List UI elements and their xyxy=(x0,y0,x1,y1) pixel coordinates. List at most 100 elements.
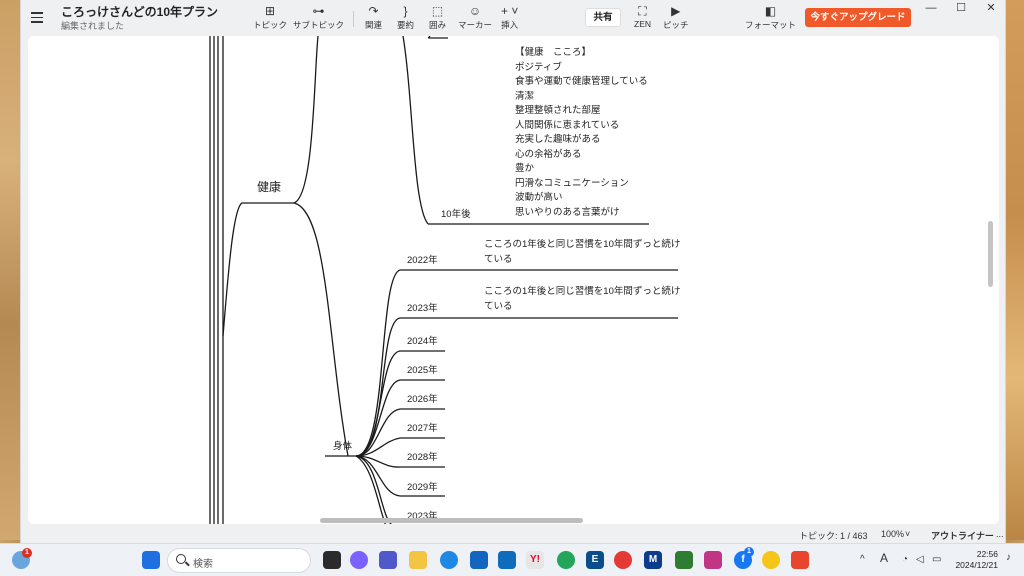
start-icon[interactable] xyxy=(142,551,160,569)
topic-icon: ⊞ xyxy=(264,4,276,18)
topic-button[interactable]: ⊞ トピック xyxy=(253,4,287,31)
search-placeholder: 検索 xyxy=(193,559,213,570)
tray-chevron-icon[interactable]: ^ xyxy=(860,554,865,565)
node-year[interactable]: 2028年 xyxy=(407,449,438,463)
pitch-icon: ▶ xyxy=(671,4,681,18)
clock-time: 22:56 xyxy=(976,549,998,559)
upgrade-button[interactable]: 今すぐアップグレード xyxy=(805,8,911,27)
app-red-icon[interactable] xyxy=(614,551,632,569)
store-icon[interactable] xyxy=(498,551,516,569)
node-year[interactable]: 2025年 xyxy=(407,362,438,376)
browser-icon[interactable] xyxy=(440,551,458,569)
insert-icon: + ˅ xyxy=(501,4,519,18)
toolbar: ころっけさんどの10年プラン 編集されました ⊞ トピック ⊶ サブトピック ↷ 関連… xyxy=(21,0,1007,36)
node-year-text[interactable]: こころの1年後と同じ習慣を10年間ずっと続けている xyxy=(484,284,684,314)
node-year[interactable]: 2024年 xyxy=(407,333,438,347)
pitch-button[interactable]: ▶ ピッチ xyxy=(663,4,689,31)
horizontal-scrollbar[interactable] xyxy=(320,518,583,523)
vertical-scrollbar[interactable] xyxy=(988,221,993,287)
node-year[interactable]: 2027年 xyxy=(407,420,438,434)
file-explorer-icon[interactable] xyxy=(409,551,427,569)
subtopic-icon: ⊶ xyxy=(312,4,325,18)
task-view-icon[interactable] xyxy=(323,551,341,569)
toolbar-divider xyxy=(353,11,354,27)
mindmap-connectors xyxy=(209,36,678,524)
summary-icon: } xyxy=(403,4,408,18)
node-year[interactable]: 2026年 xyxy=(407,391,438,405)
desktop-background-left xyxy=(0,0,20,540)
subtopic-button[interactable]: ⊶ サブトピック xyxy=(293,4,344,31)
node-year[interactable]: 2023年 xyxy=(407,300,438,314)
xmind-icon[interactable] xyxy=(791,551,809,569)
node-year[interactable]: 2022年 xyxy=(407,252,438,266)
instagram-icon[interactable] xyxy=(704,551,722,569)
mail-icon[interactable] xyxy=(470,551,488,569)
note-line: 充実した趣味がある xyxy=(515,134,601,145)
boundary-button[interactable]: ⬚ 囲み xyxy=(429,4,446,31)
relationship-button[interactable]: ↷ 関連 xyxy=(365,4,382,31)
node-year-text[interactable]: こころの1年後と同じ習慣を10年間ずっと続けている xyxy=(484,237,684,267)
norton-icon[interactable] xyxy=(762,551,780,569)
marker-icon: ☺ xyxy=(468,4,482,18)
format-button[interactable]: ◧ フォーマット xyxy=(745,4,796,31)
desktop-background-right xyxy=(1006,0,1024,540)
document-title[interactable]: ころっけさんどの10年プラン xyxy=(61,3,218,20)
note-line: 円滑なコミュニケーション xyxy=(515,177,629,189)
note-line: ポジティブ xyxy=(515,61,562,73)
taskbar-search[interactable]: 検索 xyxy=(167,548,311,573)
weather-badge: 1 xyxy=(22,548,32,558)
note-line: 思いやりのある言葉がけ xyxy=(515,206,620,218)
relationship-icon: ↷ xyxy=(368,4,379,18)
clock-date: 2024/12/21 xyxy=(955,560,998,570)
document-status: 編集されました xyxy=(61,21,125,31)
teams-icon[interactable] xyxy=(379,551,397,569)
zoom-chevron-icon[interactable]: ˅ xyxy=(905,529,910,539)
yahoo-icon[interactable]: Y! xyxy=(526,551,544,569)
copilot-icon[interactable] xyxy=(350,551,368,569)
app-m-icon[interactable]: M xyxy=(644,551,662,569)
zen-button[interactable]: ⛶ ZEN xyxy=(634,4,651,29)
note-ten-years[interactable]: 【健康 こころ】 ポジティブ 食事や運動で健康管理している 清潔 整理整頓された… xyxy=(515,46,648,220)
outliner-button[interactable]: アウトライナー xyxy=(931,529,994,542)
app-window: ころっけさんどの10年プラン 編集されました ⊞ トピック ⊶ サブトピック ↷ 関連… xyxy=(20,0,1006,543)
note-line: 人間関係に恵まれている xyxy=(515,119,620,131)
boundary-icon: ⬚ xyxy=(431,4,444,18)
more-icon[interactable]: ... xyxy=(996,529,1004,539)
edge-icon[interactable] xyxy=(557,551,575,569)
notification-badge: 1 xyxy=(744,547,754,557)
note-line: 心の余裕がある xyxy=(515,148,582,160)
node-year[interactable]: 2029年 xyxy=(407,479,438,493)
note-line: 波動が高い xyxy=(515,192,563,203)
insert-button[interactable]: + ˅ 挿入 xyxy=(501,4,518,31)
font-icon[interactable]: A xyxy=(880,551,888,565)
minimize-icon[interactable]: — xyxy=(916,0,946,16)
battery-icon[interactable]: ▭ xyxy=(932,554,941,565)
hamburger-menu-icon[interactable] xyxy=(31,9,45,25)
node-ten-years[interactable]: 10年後 xyxy=(441,206,471,220)
topic-count: トピック: 1 / 463 xyxy=(799,531,868,541)
share-button[interactable]: 共有 xyxy=(585,8,621,27)
marker-button[interactable]: ☺ マーカー xyxy=(458,4,492,31)
maximize-icon[interactable]: ☐ xyxy=(946,0,976,16)
zoom-level[interactable]: 100% xyxy=(881,529,904,539)
windows-taskbar: 1 検索 Y! E M f 1 ^ A ◔ ◁ ▭ 22:56 2024/12/… xyxy=(0,543,1024,576)
app-e-icon[interactable]: E xyxy=(586,551,604,569)
mindmap-canvas[interactable]: 健康 10年後 身体 【健康 こころ】 ポジティブ 食事や運動で健康管理している… xyxy=(28,36,999,524)
close-icon[interactable]: ✕ xyxy=(976,0,1006,16)
notification-bell-icon[interactable]: ♪ xyxy=(1006,552,1011,563)
volume-icon[interactable]: ◁ xyxy=(916,554,924,565)
summary-button[interactable]: } 要約 xyxy=(397,4,414,31)
status-bar: トピック: 1 / 463 100% ˅ アウトライナー ... xyxy=(21,525,1007,543)
note-line: 整理整頓された部屋 xyxy=(515,105,601,116)
node-health[interactable]: 健康 xyxy=(257,178,281,195)
search-icon xyxy=(176,554,186,564)
note-line: 【健康 こころ】 xyxy=(515,47,592,58)
system-clock[interactable]: 22:56 2024/12/21 xyxy=(952,549,998,571)
node-body[interactable]: 身体 xyxy=(333,438,352,452)
note-line: 食事や運動で健康管理している xyxy=(515,76,648,87)
format-icon: ◧ xyxy=(764,4,777,18)
zen-icon: ⛶ xyxy=(638,4,647,18)
wifi-icon[interactable]: ◔ xyxy=(902,554,908,565)
app-green-icon[interactable] xyxy=(675,551,693,569)
note-line: 豊か xyxy=(515,163,535,174)
